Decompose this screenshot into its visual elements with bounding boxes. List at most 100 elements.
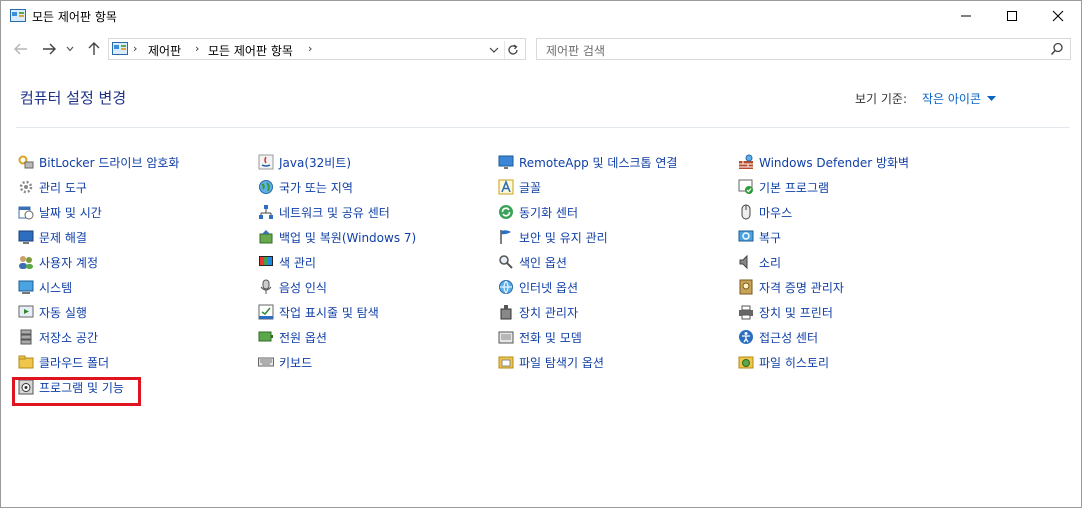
control-panel-item[interactable]: 문제 해결 (18, 228, 87, 246)
item-label[interactable]: 국가 또는 지역 (279, 179, 353, 196)
control-panel-item[interactable]: 색 관리 (258, 253, 316, 271)
address-dropdown-button[interactable] (487, 42, 501, 58)
item-label[interactable]: 소리 (759, 254, 781, 271)
control-panel-item[interactable]: BitLocker 드라이브 암호화 (18, 153, 179, 171)
maximize-button[interactable] (989, 1, 1035, 31)
item-label[interactable]: 색 관리 (279, 254, 316, 271)
chevron-right-icon[interactable]: › (195, 42, 199, 55)
item-label[interactable]: 자동 실행 (39, 304, 87, 321)
up-button[interactable] (84, 39, 104, 59)
control-panel-item[interactable]: 네트워크 및 공유 센터 (258, 203, 390, 221)
back-button[interactable] (11, 39, 31, 59)
speech-icon (258, 279, 274, 295)
control-panel-item[interactable]: 장치 관리자 (498, 303, 578, 321)
control-panel-item[interactable]: 관리 도구 (18, 178, 87, 196)
item-label[interactable]: 파일 히스토리 (759, 354, 829, 371)
chevron-right-icon[interactable]: › (308, 42, 312, 55)
control-panel-item[interactable]: Windows Defender 방화벽 (738, 153, 909, 171)
search-box[interactable]: 제어판 검색 (536, 38, 1071, 60)
refresh-icon (508, 44, 518, 55)
control-panel-item[interactable]: 글꼴 (498, 178, 541, 196)
cloud-folder-icon (18, 354, 34, 370)
control-panel-item[interactable]: 인터넷 옵션 (498, 278, 578, 296)
search-icon[interactable] (1050, 42, 1064, 59)
forward-button[interactable] (39, 39, 59, 59)
item-label[interactable]: Windows Defender 방화벽 (759, 154, 909, 171)
control-panel-item[interactable]: 클라우드 폴더 (18, 353, 109, 371)
minimize-button[interactable] (943, 1, 989, 31)
item-label[interactable]: 보안 및 유지 관리 (519, 229, 608, 246)
control-panel-item[interactable]: 키보드 (258, 353, 312, 371)
breadcrumb-all-items[interactable]: 모든 제어판 항목 (208, 42, 293, 59)
refresh-button[interactable] (504, 41, 521, 59)
item-label[interactable]: 사용자 계정 (39, 254, 98, 271)
control-panel-item[interactable]: 시스템 (18, 278, 72, 296)
control-panel-item[interactable]: 동기화 센터 (498, 203, 578, 221)
control-panel-item[interactable]: 기본 프로그램 (738, 178, 829, 196)
control-panel-item[interactable]: 저장소 공간 (18, 328, 98, 346)
control-panel-item[interactable]: 작업 표시줄 및 탐색 (258, 303, 379, 321)
view-by-dropdown[interactable]: 작은 아이콘 (922, 90, 997, 107)
recent-locations-button[interactable] (63, 39, 77, 59)
search-input[interactable]: 제어판 검색 (546, 42, 605, 59)
breadcrumb-control-panel[interactable]: 제어판 (148, 42, 181, 59)
item-label[interactable]: 파일 탐색기 옵션 (519, 354, 604, 371)
item-label[interactable]: 날짜 및 시간 (39, 204, 102, 221)
item-label[interactable]: 저장소 공간 (39, 329, 98, 346)
bitlocker-icon (18, 154, 34, 170)
control-panel-item[interactable]: RemoteApp 및 데스크톱 연결 (498, 153, 677, 171)
close-button[interactable] (1035, 1, 1081, 31)
view-by-value[interactable]: 작은 아이콘 (922, 90, 981, 107)
item-label[interactable]: 장치 및 프린터 (759, 304, 833, 321)
item-label[interactable]: 문제 해결 (39, 229, 87, 246)
item-label[interactable]: 전원 옵션 (279, 329, 327, 346)
control-panel-item[interactable]: 파일 탐색기 옵션 (498, 353, 604, 371)
item-label[interactable]: 전화 및 모뎀 (519, 329, 582, 346)
item-label[interactable]: 클라우드 폴더 (39, 354, 109, 371)
control-panel-item[interactable]: 색인 옵션 (498, 253, 567, 271)
control-panel-item[interactable]: 전화 및 모뎀 (498, 328, 582, 346)
item-label[interactable]: RemoteApp 및 데스크톱 연결 (519, 154, 677, 171)
item-label[interactable]: 접근성 센터 (759, 329, 818, 346)
address-bar[interactable]: › 제어판 › 모든 제어판 항목 › (108, 38, 526, 60)
item-label[interactable]: 색인 옵션 (519, 254, 567, 271)
control-panel-item[interactable]: 자동 실행 (18, 303, 87, 321)
control-panel-item[interactable]: 백업 및 복원(Windows 7) (258, 228, 416, 246)
item-label[interactable]: Java(32비트) (279, 154, 351, 171)
control-panel-item[interactable]: 보안 및 유지 관리 (498, 228, 608, 246)
item-label[interactable]: 시스템 (39, 279, 72, 296)
control-panel-item[interactable]: 국가 또는 지역 (258, 178, 353, 196)
item-label[interactable]: 네트워크 및 공유 센터 (279, 204, 390, 221)
item-label[interactable]: 관리 도구 (39, 179, 87, 196)
item-label[interactable]: 인터넷 옵션 (519, 279, 578, 296)
item-label[interactable]: 기본 프로그램 (759, 179, 829, 196)
control-panel-item[interactable]: 장치 및 프린터 (738, 303, 833, 321)
item-label[interactable]: 마우스 (759, 204, 792, 221)
control-panel-item[interactable]: 마우스 (738, 203, 792, 221)
item-label[interactable]: 복구 (759, 229, 781, 246)
control-panel-item[interactable]: 접근성 센터 (738, 328, 818, 346)
control-panel-item[interactable]: Java(32비트) (258, 153, 351, 171)
item-label[interactable]: 작업 표시줄 및 탐색 (279, 304, 379, 321)
item-label[interactable]: 장치 관리자 (519, 304, 578, 321)
item-label[interactable]: BitLocker 드라이브 암호화 (39, 154, 179, 171)
chevron-right-icon[interactable]: › (133, 42, 137, 55)
item-label[interactable]: 자격 증명 관리자 (759, 279, 844, 296)
control-panel-item[interactable]: 자격 증명 관리자 (738, 278, 844, 296)
control-panel-item[interactable]: 음성 인식 (258, 278, 327, 296)
item-label[interactable]: 동기화 센터 (519, 204, 578, 221)
control-panel-item[interactable]: 사용자 계정 (18, 253, 98, 271)
item-label[interactable]: 백업 및 복원(Windows 7) (279, 229, 416, 246)
control-panel-item[interactable]: 소리 (738, 253, 781, 271)
item-label[interactable]: 음성 인식 (279, 279, 327, 296)
control-panel-item[interactable]: 파일 히스토리 (738, 353, 829, 371)
title-bar[interactable]: 모든 제어판 항목 (1, 1, 1081, 31)
control-panel-item[interactable]: 날짜 및 시간 (18, 203, 102, 221)
item-label[interactable]: 글꼴 (519, 179, 541, 196)
control-panel-item[interactable]: 복구 (738, 228, 781, 246)
maximize-icon (1007, 11, 1017, 21)
control-panel-item[interactable]: 전원 옵션 (258, 328, 327, 346)
item-label[interactable]: 키보드 (279, 354, 312, 371)
default-programs-icon (738, 179, 754, 195)
credential-icon (738, 279, 754, 295)
